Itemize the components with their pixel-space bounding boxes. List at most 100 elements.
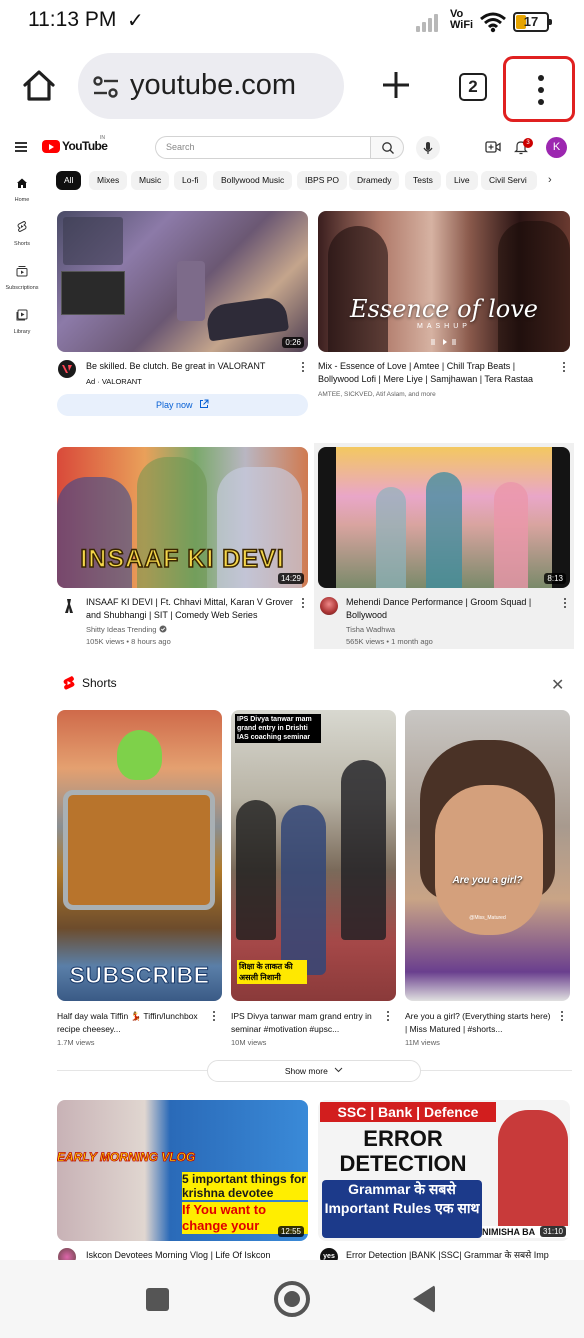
site-settings-icon[interactable] [92, 75, 120, 99]
back-button[interactable] [413, 1285, 435, 1313]
thumbnail-overlay-text-2: 5 important things for krishna devotee [182, 1172, 308, 1200]
more-options-icon[interactable] [561, 361, 567, 375]
status-bar: 11:13 PM ✓ Vo WiFi 17 [0, 0, 584, 44]
more-options-icon[interactable] [211, 1010, 217, 1024]
person-silhouette [328, 226, 388, 352]
more-options-icon[interactable] [385, 1010, 391, 1024]
chevron-down-icon [334, 1067, 343, 1073]
channel-avatar[interactable] [58, 360, 76, 378]
account-avatar[interactable]: K [546, 137, 567, 158]
more-options-icon[interactable] [562, 597, 568, 611]
thumbnail-overlay-text: Essence of love [350, 295, 538, 323]
search-button[interactable] [370, 136, 404, 159]
show-more-label: Show more [284, 1066, 328, 1076]
search-input[interactable]: Search [155, 136, 371, 159]
video-title[interactable]: Mehendi Dance Performance | Groom Squad … [346, 596, 554, 622]
notification-badge: 3 [523, 138, 533, 148]
dancer-figure [426, 472, 462, 588]
recents-button[interactable] [146, 1288, 169, 1311]
home-button[interactable] [20, 66, 58, 104]
close-icon[interactable]: ✕ [551, 675, 564, 695]
chevron-right-icon[interactable]: › [548, 174, 552, 186]
signal-icon [416, 12, 444, 32]
dancer-figure [376, 487, 406, 588]
sidebar-item-shorts[interactable]: Shorts [0, 220, 44, 247]
sidebar-item-label: Shorts [14, 241, 30, 247]
subscriptions-icon [16, 266, 28, 277]
chip-all[interactable]: All [56, 171, 82, 190]
chip-tests[interactable]: Tests [405, 171, 441, 190]
video-thumbnail[interactable]: EARLY MORNING VLOG 5 important things fo… [57, 1100, 308, 1241]
video-thumbnail[interactable]: Essence of love MASHUP [318, 211, 570, 352]
chip-ibps-po[interactable]: IBPS PO [297, 171, 348, 190]
video-thumbnail[interactable]: 0:26 [57, 211, 308, 352]
short-thumbnail[interactable]: SUBSCRIBE [57, 710, 222, 1001]
sidebar-item-library[interactable]: Library [0, 308, 44, 335]
show-more-button[interactable]: Show more [207, 1060, 421, 1082]
video-thumbnail[interactable]: SSC | Bank | Defence ERROR DETECTION Gra… [318, 1100, 570, 1241]
tiffin-tray [63, 790, 215, 910]
new-tab-button[interactable] [380, 69, 412, 101]
system-navigation-bar [0, 1260, 584, 1338]
channel-avatar[interactable] [320, 597, 338, 615]
channel-avatar[interactable] [60, 597, 78, 615]
game-figure [177, 261, 205, 321]
person-figure [236, 800, 276, 940]
chip-dramedy[interactable]: Dramedy [349, 171, 400, 190]
short-thumbnail[interactable]: Are you a girl? @Miss_Matured [405, 710, 570, 1001]
teacher-figure [498, 1110, 568, 1230]
person-silhouette [498, 221, 570, 352]
tab-switcher-button[interactable]: 2 [459, 73, 487, 101]
create-video-icon[interactable] [485, 140, 501, 154]
short-title[interactable]: Half day wala Tiffin 💃 Tiffin/lunchbox r… [57, 1010, 205, 1036]
video-thumbnail[interactable]: INSAAF KI DEVI 14:29 [57, 447, 308, 588]
person-figure [281, 805, 326, 975]
home-nav-button[interactable] [274, 1281, 310, 1317]
sidebar-item-subscriptions[interactable]: Subscriptions [0, 264, 44, 291]
video-title[interactable]: Iskcon Devotees Morning Vlog | Life Of I… [86, 1249, 298, 1260]
thumbnail-overlay-text: SUBSCRIBE [69, 962, 210, 989]
video-thumbnail[interactable]: 8:13 [318, 447, 570, 588]
short-thumbnail[interactable]: IPS Divya tanwar mam grand entry in Dris… [231, 710, 396, 1001]
sidebar-item-home[interactable]: Home [0, 176, 44, 203]
more-options-icon[interactable] [559, 1010, 565, 1024]
thumbnail-overlay-text-2: ERROR DETECTION [339, 1126, 467, 1176]
microphone-icon [423, 142, 433, 154]
chip-music[interactable]: Music [131, 171, 170, 190]
url-text[interactable]: youtube.com [130, 69, 296, 102]
short-views: 11M views [405, 1038, 440, 1047]
video-title[interactable]: INSAAF KI DEVI | Ft. Chhavi Mittal, Kara… [86, 596, 298, 622]
voice-search-button[interactable] [416, 136, 440, 160]
chip-bollywood-music[interactable]: Bollywood Music [213, 171, 293, 190]
short-title[interactable]: IPS Divya tanwar mam grand entry in semi… [231, 1010, 381, 1036]
status-time: 11:13 PM [28, 8, 117, 31]
thumbnail-overlay-text: EARLY MORNING VLOG [57, 1150, 196, 1165]
more-options-icon[interactable] [300, 361, 306, 375]
video-duration: 8:13 [544, 573, 566, 584]
channel-avatar[interactable]: yes [320, 1248, 338, 1260]
chip-lofi[interactable]: Lo-fi [174, 171, 207, 190]
play-now-label: Play now [155, 400, 193, 410]
play-now-button[interactable]: Play now [57, 394, 308, 416]
thumbnail-overlay-subtext: MASHUP [417, 323, 471, 330]
video-channel: Shitty Ideas Trending [86, 624, 167, 635]
thumbnail-watermark: @Miss_Matured [469, 915, 506, 921]
video-title[interactable]: Error Detection |BANK |SSC| Grammar के स… [346, 1249, 566, 1260]
thumbnail-overlay-text: IPS Divya tanwar mam grand entry in Dris… [235, 714, 321, 743]
chip-civil-services[interactable]: Civil Servi [481, 171, 537, 190]
address-bar[interactable]: youtube.com [78, 53, 344, 119]
channel-avatar[interactable] [58, 1248, 76, 1260]
browser-menu-button[interactable] [503, 56, 575, 122]
video-duration: 12:55 [277, 1226, 304, 1237]
short-title[interactable]: Are you a girl? (Everything starts here)… [405, 1010, 555, 1036]
more-options-icon[interactable] [300, 597, 306, 611]
chip-live[interactable]: Live [446, 171, 478, 190]
video-title[interactable]: Be skilled. Be clutch. Be great in VALOR… [86, 360, 296, 373]
video-title[interactable]: Mix - Essence of Love | Amtee | Chill Tr… [318, 360, 550, 386]
hamburger-menu-icon[interactable] [15, 142, 27, 152]
ad-label: Ad · VALORANT [86, 377, 142, 386]
chip-mixes[interactable]: Mixes [89, 171, 128, 190]
download-complete-icon: ✓ [127, 10, 144, 32]
short-views: 1.7M views [57, 1038, 95, 1047]
thumbnail-overlay-text-hindi: शिक्षा के ताकत की असली निशानी [237, 960, 307, 984]
